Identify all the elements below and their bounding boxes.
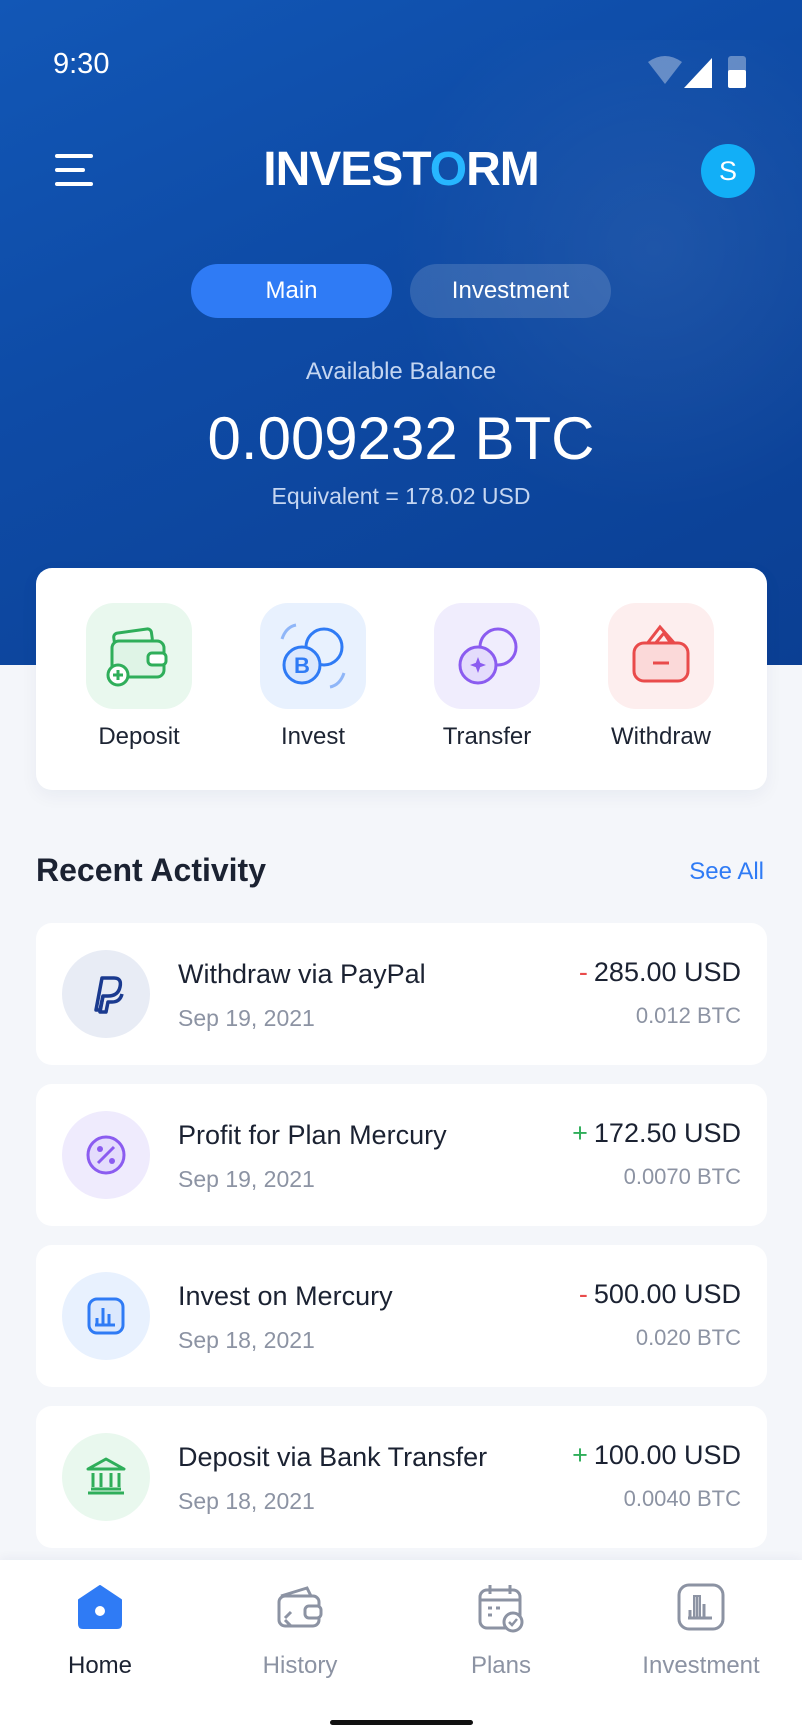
wallet-add-icon bbox=[86, 603, 192, 709]
nav-plans-label: Plans bbox=[470, 1652, 532, 1679]
home-icon bbox=[73, 1580, 127, 1634]
deposit-label: Deposit bbox=[98, 723, 180, 750]
balance-equivalent: Equivalent = 178.02 USD bbox=[271, 483, 531, 509]
activity-title: Profit for Plan Mercury bbox=[178, 1120, 447, 1150]
header-background bbox=[0, 0, 802, 665]
activity-item[interactable]: Deposit via Bank Transfer Sep 18, 2021 +… bbox=[36, 1406, 767, 1548]
invest-label: Invest bbox=[280, 723, 346, 750]
signal-icon bbox=[684, 58, 712, 88]
coins-bitcoin-icon: B bbox=[260, 603, 366, 709]
activity-date: Sep 18, 2021 bbox=[178, 1488, 315, 1514]
activity-title: Deposit via Bank Transfer bbox=[178, 1442, 488, 1472]
activity-item[interactable]: Profit for Plan Mercury Sep 19, 2021 +17… bbox=[36, 1084, 767, 1226]
percent-icon bbox=[62, 1111, 150, 1199]
activity-btc: 0.012 BTC bbox=[635, 1003, 741, 1028]
wifi-icon bbox=[648, 56, 682, 84]
transfer-label: Transfer bbox=[442, 723, 532, 750]
transfer-button[interactable]: Transfer bbox=[427, 603, 547, 751]
quick-actions-card: Deposit B Invest Transfer Withdraw bbox=[36, 568, 767, 790]
status-icons bbox=[646, 54, 750, 90]
status-time: 9:30 bbox=[53, 48, 110, 80]
activity-amount: -500.00 USD bbox=[578, 1279, 741, 1309]
activity-btc: 0.0040 BTC bbox=[623, 1486, 741, 1511]
see-all-link[interactable]: See All bbox=[689, 858, 764, 886]
nav-home-label: Home bbox=[67, 1652, 133, 1679]
activity-btc: 0.020 BTC bbox=[635, 1325, 741, 1350]
activity-date: Sep 19, 2021 bbox=[178, 1166, 315, 1192]
brand-logo: INVESTORM bbox=[263, 143, 539, 196]
deposit-button[interactable]: Deposit bbox=[79, 603, 199, 751]
bottom-nav: Home History Plans Investment bbox=[0, 1560, 802, 1732]
wallet-minus-icon bbox=[608, 603, 714, 709]
avatar[interactable]: S bbox=[701, 144, 755, 198]
activity-date: Sep 18, 2021 bbox=[178, 1327, 315, 1353]
svg-text:B: B bbox=[294, 653, 310, 678]
activity-amount: +100.00 USD bbox=[572, 1440, 741, 1470]
activity-date: Sep 19, 2021 bbox=[178, 1005, 315, 1031]
nav-home[interactable]: Home bbox=[0, 1580, 200, 1680]
nav-plans[interactable]: Plans bbox=[401, 1580, 601, 1680]
balance-value: 0.009232 BTC bbox=[207, 405, 595, 472]
activity-amount: -285.00 USD bbox=[578, 957, 741, 987]
app-screen: 9:30 INVESTORM S Main Investment Availab… bbox=[0, 0, 802, 1732]
withdraw-label: Withdraw bbox=[610, 723, 712, 750]
coins-transfer-icon bbox=[434, 603, 540, 709]
balance-label: Available Balance bbox=[305, 358, 497, 385]
nav-history[interactable]: History bbox=[200, 1580, 400, 1680]
activity-item[interactable]: Withdraw via PayPal Sep 19, 2021 -285.00… bbox=[36, 923, 767, 1065]
activity-btc: 0.0070 BTC bbox=[623, 1164, 741, 1189]
home-indicator bbox=[330, 1720, 473, 1725]
history-icon bbox=[273, 1580, 327, 1634]
withdraw-button[interactable]: Withdraw bbox=[601, 603, 721, 751]
bank-icon bbox=[62, 1433, 150, 1521]
bar-chart-icon bbox=[62, 1272, 150, 1360]
account-tabs: Main Investment bbox=[191, 264, 611, 318]
calendar-icon bbox=[474, 1580, 528, 1634]
nav-history-label: History bbox=[262, 1652, 338, 1679]
activity-title: Invest on Mercury bbox=[178, 1281, 393, 1311]
tab-investment[interactable]: Investment bbox=[410, 264, 611, 318]
activity-item[interactable]: Invest on Mercury Sep 18, 2021 -500.00 U… bbox=[36, 1245, 767, 1387]
tab-main[interactable]: Main bbox=[191, 264, 392, 318]
nav-investment[interactable]: Investment bbox=[601, 1580, 801, 1680]
activity-amount: +172.50 USD bbox=[572, 1118, 741, 1148]
recent-activity-title: Recent Activity bbox=[36, 852, 266, 888]
battery-icon bbox=[728, 56, 746, 88]
activity-title: Withdraw via PayPal bbox=[178, 959, 426, 989]
nav-investment-label: Investment bbox=[642, 1652, 760, 1679]
invest-button[interactable]: B Invest bbox=[253, 603, 373, 751]
chart-icon bbox=[674, 1580, 728, 1634]
paypal-icon bbox=[62, 950, 150, 1038]
